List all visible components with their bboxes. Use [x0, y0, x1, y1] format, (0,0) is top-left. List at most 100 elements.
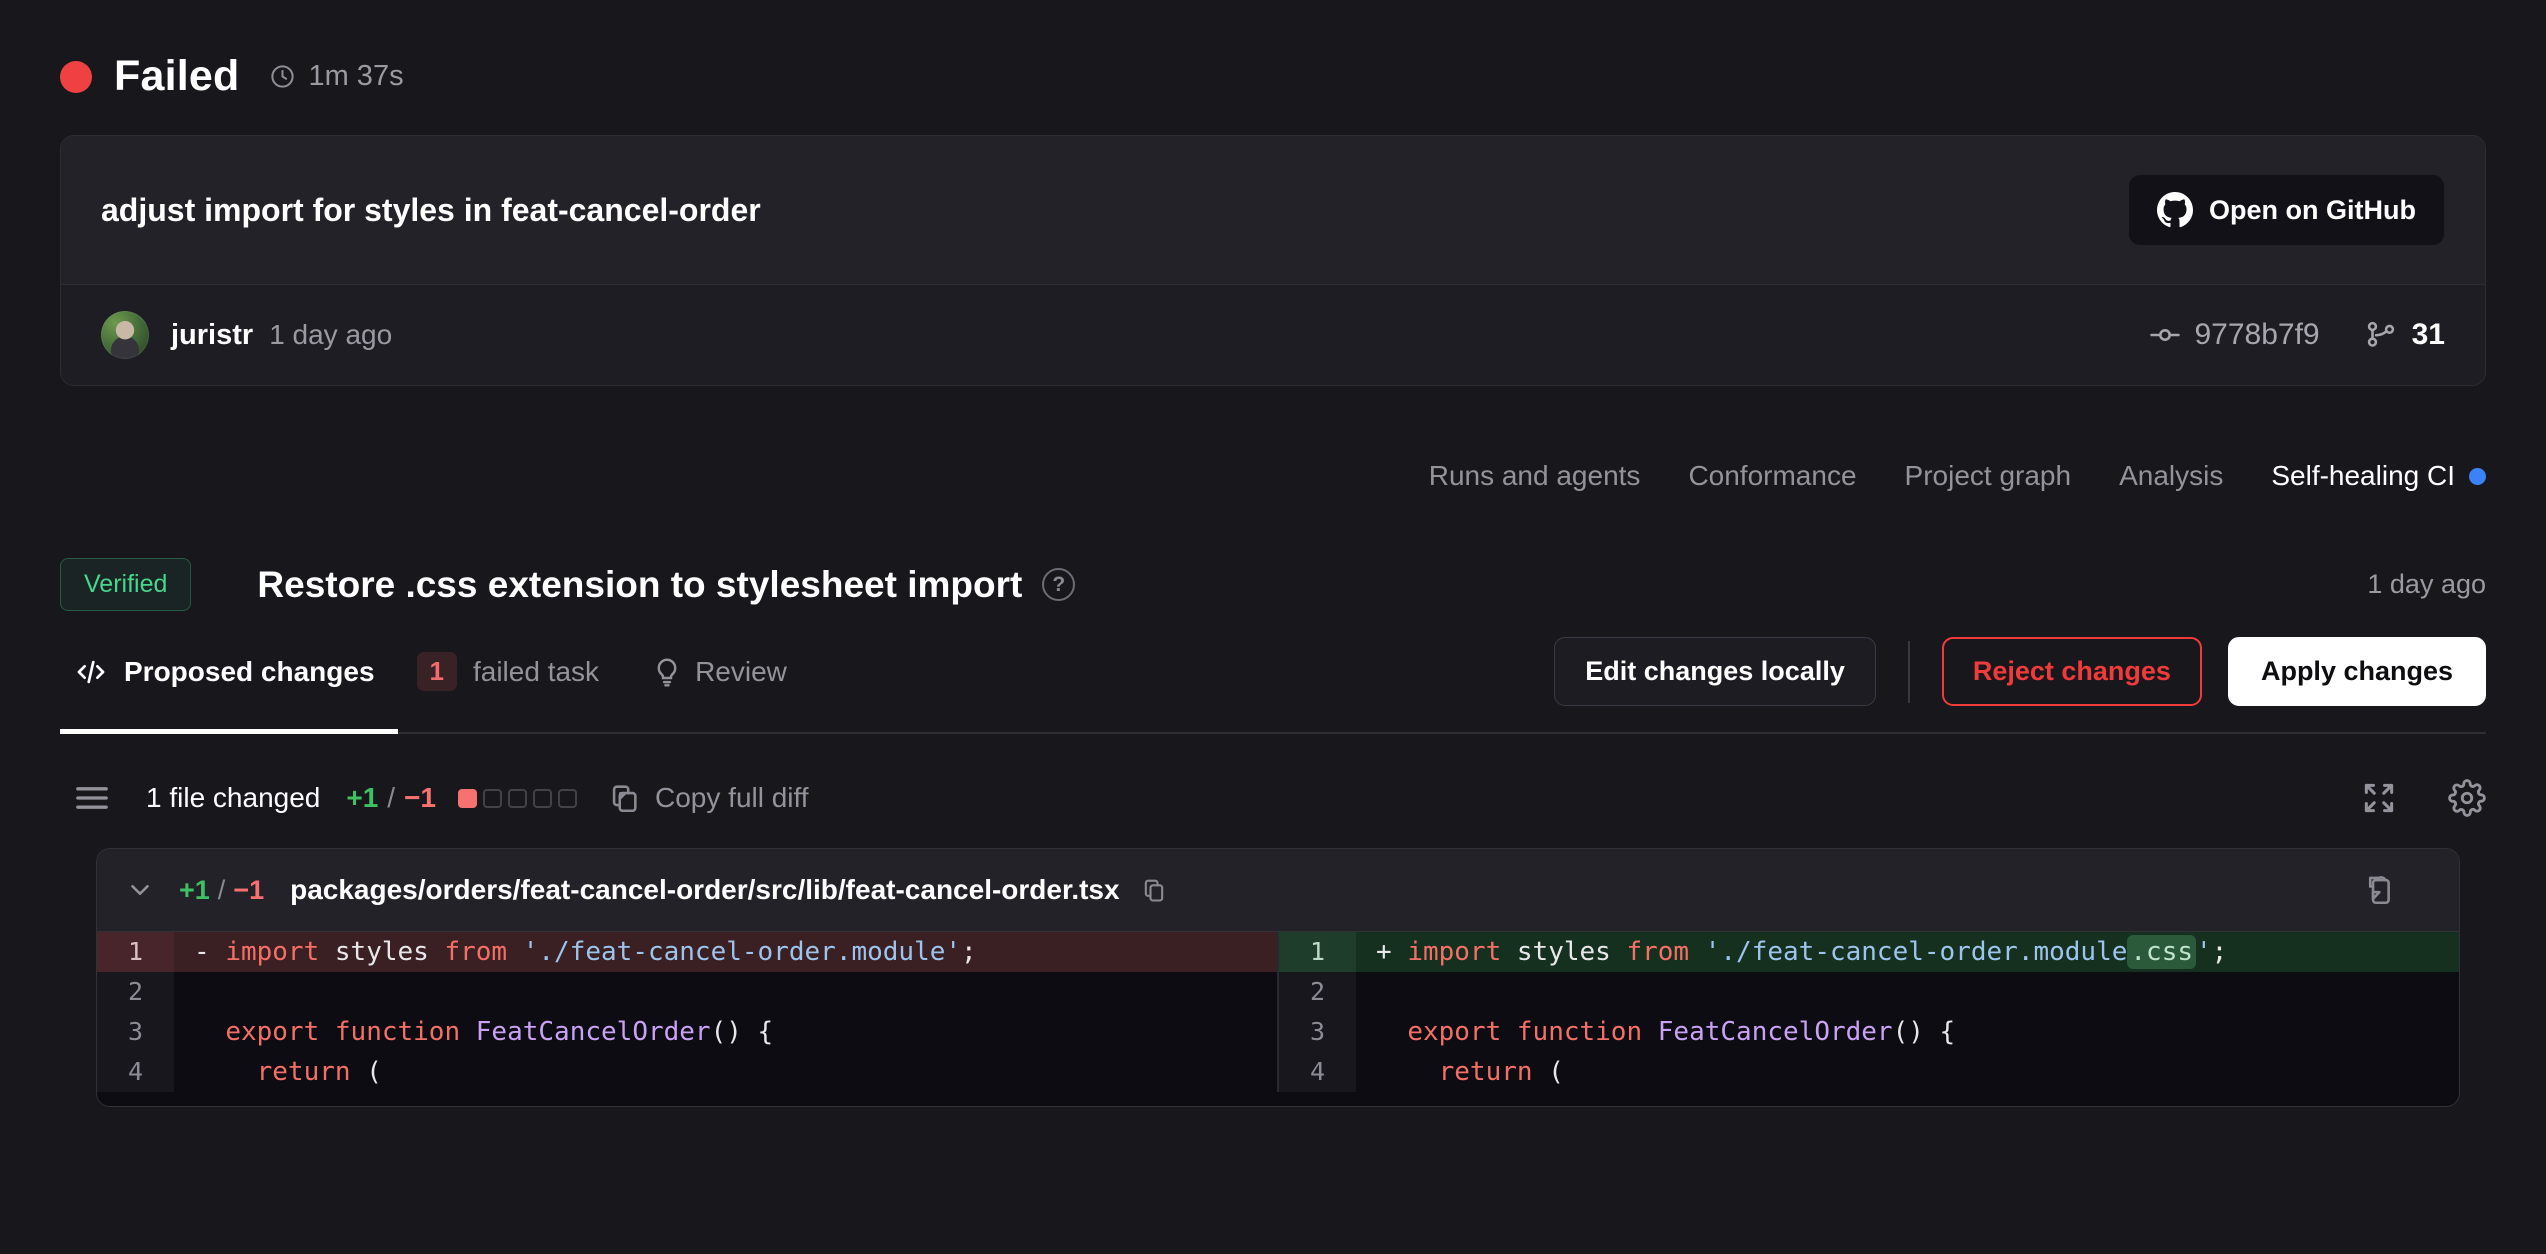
- edit-changes-locally-button[interactable]: Edit changes locally: [1554, 637, 1876, 706]
- diff-line: 1+ import styles from './feat-cancel-ord…: [1279, 932, 2459, 972]
- run-duration: 1m 37s: [308, 60, 403, 93]
- code-text: [1356, 972, 2459, 1012]
- ratio-square: [458, 789, 477, 808]
- help-icon[interactable]: ?: [1042, 568, 1075, 601]
- branch-count: 31: [2412, 318, 2445, 352]
- copy-icon: [607, 781, 641, 815]
- fix-title: Restore .css extension to stylesheet imp…: [257, 564, 1022, 606]
- copy-full-diff-button[interactable]: Copy full diff: [607, 781, 809, 815]
- commit-ref[interactable]: 9778b7f9: [2148, 318, 2319, 352]
- file-stats-separator: /: [218, 875, 226, 906]
- line-number: 3: [97, 1012, 174, 1052]
- code-text: [174, 972, 1277, 1012]
- ratio-square: [558, 789, 577, 808]
- commit-time-ago: 1 day ago: [269, 319, 392, 351]
- ratio-square: [533, 789, 552, 808]
- commit-message: adjust import for styles in feat-cancel-…: [101, 192, 761, 229]
- line-number: 3: [1279, 1012, 1356, 1052]
- diff-line: 4 return (: [1279, 1052, 2459, 1092]
- open-on-github-button[interactable]: Open on GitHub: [2128, 174, 2445, 246]
- tab-failed-label: failed task: [473, 656, 599, 688]
- diff-pane-right[interactable]: 1+ import styles from './feat-cancel-ord…: [1279, 932, 2459, 1092]
- fix-heading-row: Verified Restore .css extension to style…: [60, 558, 2486, 611]
- author-name: juristr: [171, 319, 253, 352]
- file-path: packages/orders/feat-cancel-order/src/li…: [290, 874, 1119, 906]
- tab-review[interactable]: Review: [651, 656, 787, 688]
- tab-review-label: Review: [695, 656, 787, 688]
- diff-toolbar-right: [2360, 779, 2486, 817]
- diff-line: 3 export function FeatCancelOrder() {: [97, 1012, 1277, 1052]
- open-on-github-label: Open on GitHub: [2209, 195, 2416, 226]
- apply-changes-button[interactable]: Apply changes: [2228, 637, 2486, 706]
- diff-line: 3 export function FeatCancelOrder() {: [1279, 1012, 2459, 1052]
- github-icon: [2157, 192, 2193, 228]
- reject-changes-button[interactable]: Reject changes: [1942, 637, 2202, 706]
- commit-meta-row: juristr 1 day ago 9778b7f9 31: [61, 284, 2485, 385]
- lightbulb-icon: [651, 656, 683, 688]
- stats-separator: /: [387, 782, 395, 814]
- code-text: + import styles from './feat-cancel-orde…: [1356, 932, 2459, 972]
- diff-line: 2: [97, 972, 1277, 1012]
- nav-item-runs-and-agents[interactable]: Runs and agents: [1429, 460, 1641, 492]
- copy-path-icon[interactable]: [1140, 876, 1168, 904]
- commit-refs: 9778b7f9 31: [2148, 318, 2445, 352]
- deletions-count: −1: [404, 782, 436, 814]
- line-number: 4: [97, 1052, 174, 1092]
- line-number: 2: [97, 972, 174, 1012]
- diff-line: 4 return (: [97, 1052, 1277, 1092]
- diff-pane-left[interactable]: 1- import styles from './feat-cancel-ord…: [97, 932, 1279, 1092]
- tab-proposed-changes[interactable]: Proposed changes: [60, 655, 375, 689]
- gear-icon[interactable]: [2448, 779, 2486, 817]
- ratio-square: [483, 789, 502, 808]
- code-text: export function FeatCancelOrder() {: [1356, 1012, 2459, 1052]
- nav-item-project-graph[interactable]: Project graph: [1905, 460, 2072, 492]
- status-label: Failed: [114, 52, 239, 101]
- commit-icon: [2148, 318, 2182, 352]
- tab-failed-task[interactable]: 1 failed task: [417, 652, 600, 691]
- nav-item-self-healing-ci[interactable]: Self-healing CI: [2271, 460, 2486, 492]
- status-failed-dot: [60, 61, 92, 93]
- clipboard-icon[interactable]: [2361, 873, 2395, 907]
- diff-line: 1- import styles from './feat-cancel-ord…: [97, 932, 1277, 972]
- diff-toolbar: 1 file changed +1 / −1 Copy full diff: [72, 778, 2486, 818]
- clock-icon: [269, 63, 296, 90]
- expand-icon[interactable]: [2360, 779, 2398, 817]
- chevron-down-icon[interactable]: [125, 875, 155, 905]
- run-status-header: Failed 1m 37s: [60, 52, 2486, 101]
- files-changed-label: 1 file changed: [146, 782, 320, 814]
- actions-divider: [1908, 641, 1910, 703]
- file-diff-stats: +1 / −1: [179, 875, 264, 906]
- page: Failed 1m 37s adjust import for styles i…: [0, 52, 2546, 1107]
- diff-ratio-squares: [458, 789, 577, 808]
- diff-stats: +1 / −1: [346, 782, 436, 814]
- diff-panel: +1 / −1 packages/orders/feat-cancel-orde…: [96, 848, 2460, 1107]
- code-text: return (: [1356, 1052, 2459, 1092]
- diff-line: 2: [1279, 972, 2459, 1012]
- nav-item-conformance[interactable]: Conformance: [1688, 460, 1856, 492]
- ratio-square: [508, 789, 527, 808]
- branch-ref[interactable]: 31: [2364, 318, 2445, 352]
- branch-icon: [2364, 318, 2398, 352]
- nav-item-analysis[interactable]: Analysis: [2119, 460, 2223, 492]
- failed-count-badge: 1: [417, 652, 457, 691]
- action-buttons: Edit changes locally Reject changes Appl…: [1554, 637, 2486, 706]
- code-text: export function FeatCancelOrder() {: [174, 1012, 1277, 1052]
- diff-file-header[interactable]: +1 / −1 packages/orders/feat-cancel-orde…: [97, 849, 2459, 932]
- file-list-menu-icon[interactable]: [72, 778, 112, 818]
- code-icon: [74, 655, 108, 689]
- line-number: 4: [1279, 1052, 1356, 1092]
- secondary-nav: Runs and agents Conformance Project graph A…: [60, 460, 2486, 492]
- line-number: 2: [1279, 972, 1356, 1012]
- tabs-row: Proposed changes 1 failed task Review Ed…: [60, 637, 2486, 734]
- active-tab-underline: [60, 729, 398, 734]
- file-deletions: −1: [233, 875, 264, 906]
- code-text: - import styles from './feat-cancel-orde…: [174, 932, 1277, 972]
- avatar[interactable]: [101, 311, 149, 359]
- diff-body: 1- import styles from './feat-cancel-ord…: [97, 932, 2459, 1106]
- line-number: 1: [1279, 932, 1356, 972]
- fix-time-ago: 1 day ago: [2367, 569, 2486, 600]
- verified-badge: Verified: [60, 558, 191, 611]
- additions-count: +1: [346, 782, 378, 814]
- commit-card: adjust import for styles in feat-cancel-…: [60, 135, 2486, 386]
- commit-title-row: adjust import for styles in feat-cancel-…: [61, 136, 2485, 284]
